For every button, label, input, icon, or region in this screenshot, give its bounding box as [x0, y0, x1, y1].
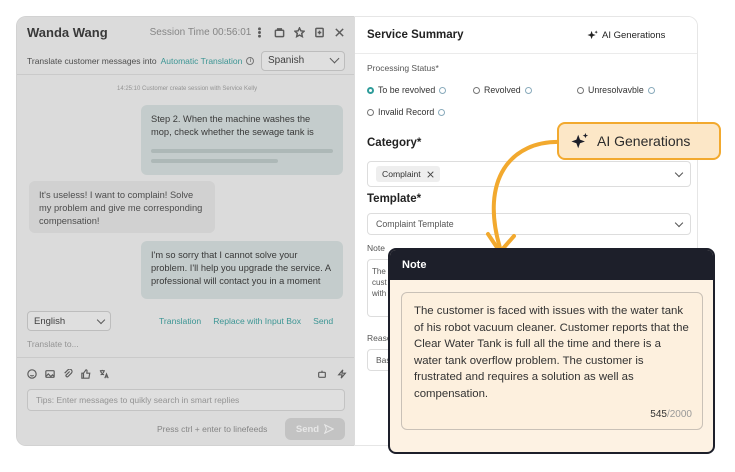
ai-generations-button[interactable]: AI Generations [587, 30, 665, 41]
radio-label: To be revolved [378, 85, 436, 95]
radio-icon [367, 108, 374, 116]
status-radio-invalid-record[interactable]: Invalid Record [367, 107, 446, 117]
radio-label: Revolved [484, 85, 521, 95]
ai-generations-callout[interactable]: AI Generations [557, 122, 721, 160]
summary-title: Service Summary [367, 29, 464, 41]
info-icon[interactable] [647, 86, 655, 94]
sparkle-icon [587, 30, 598, 40]
chat-overlay [16, 16, 354, 446]
note-label: Note [367, 243, 385, 253]
info-icon[interactable] [439, 86, 447, 94]
divider [355, 53, 697, 54]
status-radio-unresolvable[interactable]: Unresolvavble [577, 85, 655, 95]
radio-icon [367, 86, 374, 94]
chevron-down-icon [674, 218, 684, 227]
info-icon[interactable] [438, 108, 446, 116]
status-radio-to-be-revolved[interactable]: To be revolved [367, 85, 447, 95]
ai-generations-label: AI Generations [602, 30, 666, 41]
note-popup-title: Note [390, 250, 713, 280]
radio-label: Invalid Record [378, 107, 435, 117]
ai-callout-label: AI Generations [597, 133, 691, 149]
category-tag-label: Complaint [382, 169, 421, 179]
processing-status-label: Processing Status* [367, 63, 439, 73]
category-tag: Complaint [376, 166, 440, 182]
character-count: 545 [650, 408, 667, 420]
sparkle-icon [571, 132, 589, 149]
info-icon[interactable] [524, 86, 532, 94]
status-radio-revolved[interactable]: Revolved [473, 85, 532, 95]
character-counter: 545/2000 [650, 407, 692, 424]
radio-label: Unresolvavble [588, 85, 644, 95]
template-label: Template* [367, 193, 422, 205]
close-icon[interactable] [427, 170, 434, 178]
note-popup: Note The customer is faced with issues w… [388, 248, 715, 454]
chevron-down-icon [674, 168, 684, 177]
template-value: Complaint Template [376, 219, 454, 229]
category-label: Category* [367, 137, 422, 149]
note-popup-textarea[interactable]: The customer is faced with issues with t… [401, 292, 703, 430]
character-max: /2000 [666, 408, 692, 420]
radio-icon [577, 86, 584, 94]
note-text: The customer is faced with issues with t… [414, 305, 689, 400]
radio-icon [473, 86, 480, 94]
